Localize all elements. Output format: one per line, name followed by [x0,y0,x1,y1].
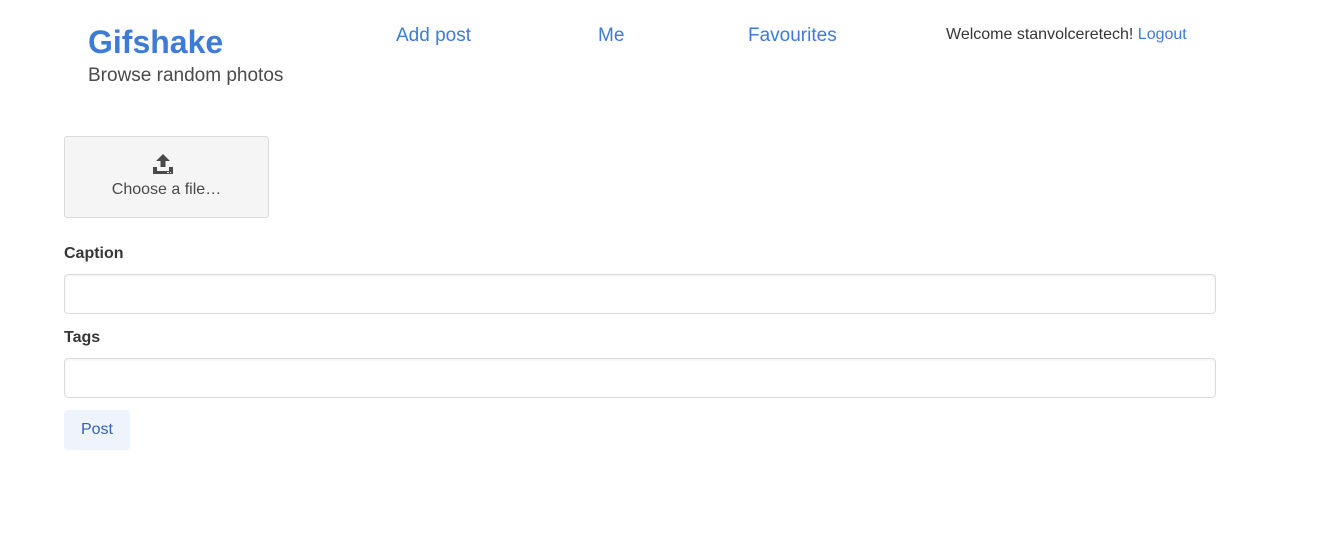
nav-favourites[interactable]: Favourites [748,24,837,48]
file-upload-label: Choose a file… [111,181,222,198]
welcome-text: Welcome stanvolceretech! [946,26,1134,43]
logout-link[interactable]: Logout [1138,26,1187,43]
caption-label: Caption [64,245,124,262]
nav-add-post[interactable]: Add post [396,24,471,48]
upload-icon [151,152,175,176]
welcome-message: Welcome stanvolceretech! Logout [946,25,1187,45]
nav-me[interactable]: Me [598,24,624,48]
tags-label: Tags [64,329,101,346]
post-button[interactable]: Post [64,410,130,450]
file-upload-button[interactable]: Choose a file… [64,136,269,218]
brand-title[interactable]: Gifshake [88,22,223,62]
tags-input[interactable] [64,358,1216,398]
caption-input[interactable] [64,274,1216,314]
brand-subtitle: Browse random photos [88,65,284,86]
